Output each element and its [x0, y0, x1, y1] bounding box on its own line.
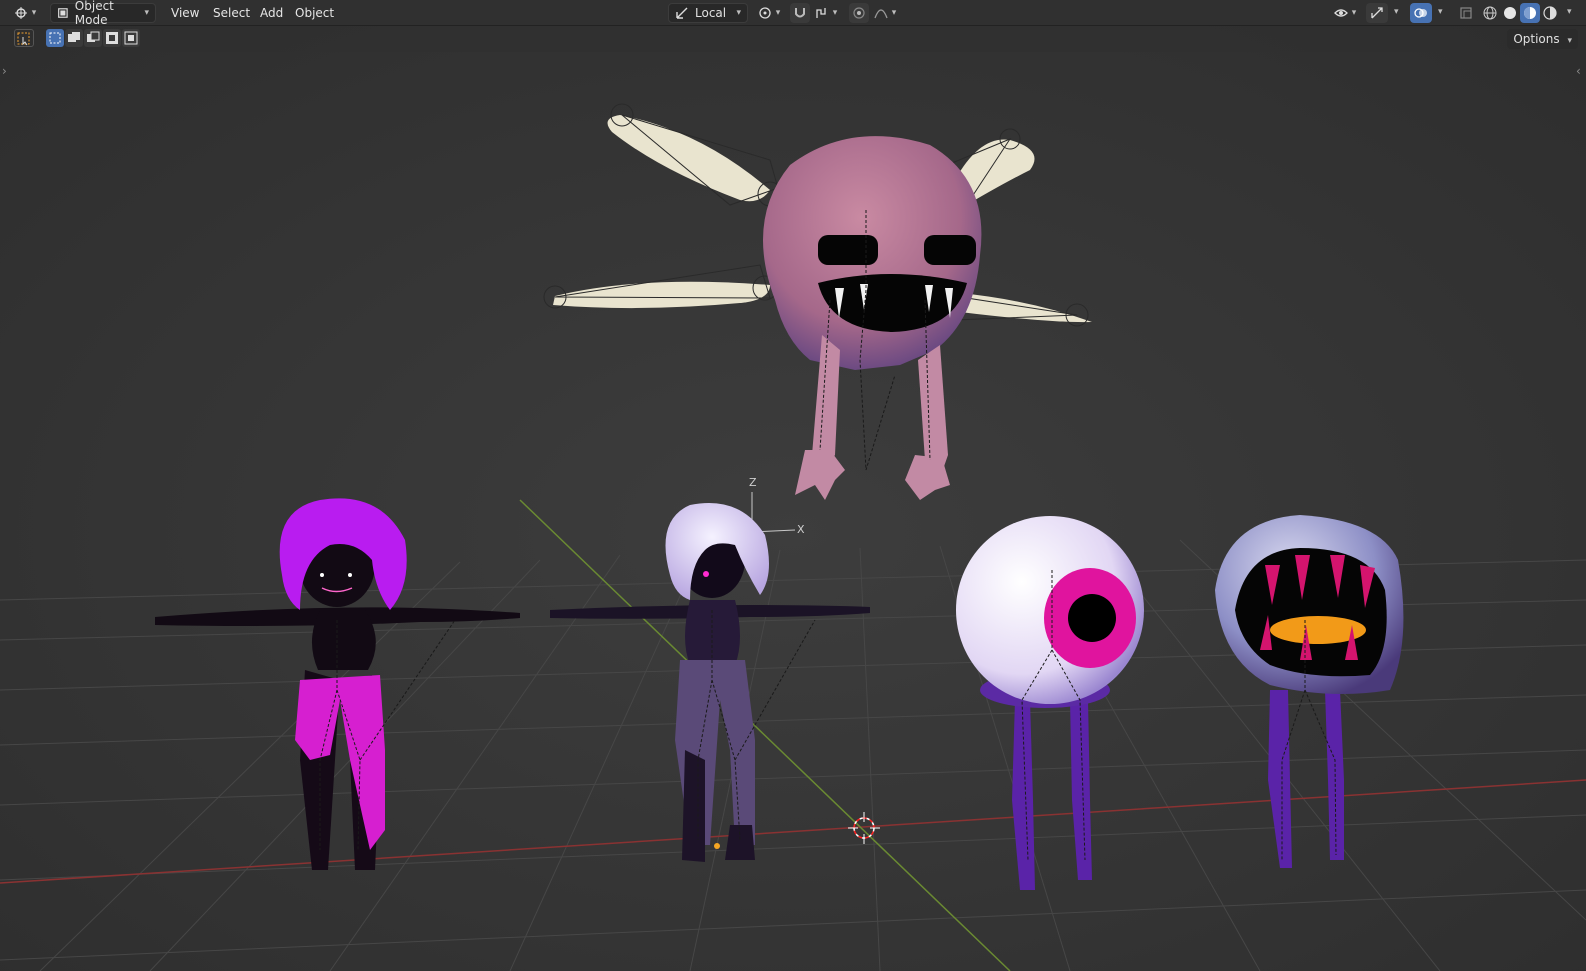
chevron-down-icon: ▾ — [31, 8, 37, 18]
rendered-shading-button[interactable] — [1540, 3, 1560, 23]
gizmo-z-label: Z — [749, 476, 757, 489]
menu-object[interactable]: Object — [289, 4, 340, 22]
sidebar-expand-arrow-icon[interactable]: ‹ — [1576, 64, 1581, 78]
options-label: Options — [1513, 32, 1560, 46]
visibility-eye-icon — [1333, 9, 1348, 17]
falloff-curve-icon — [874, 9, 888, 19]
select-box-tool-icon — [17, 32, 30, 46]
subtract-selection-icon — [87, 31, 100, 42]
chevron-down-icon: ▾ — [144, 8, 149, 18]
pivot-point-icon — [759, 7, 771, 19]
chevron-down-icon: ▾ — [775, 8, 781, 18]
gizmo-toggle[interactable] — [1366, 3, 1388, 23]
white-girl-right-boot — [725, 825, 755, 860]
overlays-toggle[interactable] — [1410, 3, 1432, 23]
object-origin-point — [714, 843, 720, 849]
chevron-down-icon: ▾ — [832, 8, 838, 18]
ghost-right-eye — [924, 235, 976, 265]
chevron-down-icon[interactable]: ▾ — [1394, 7, 1399, 17]
white-girl-left-boot — [682, 750, 705, 862]
overlays-icon — [1414, 8, 1427, 18]
chevron-down-icon[interactable]: ▾ — [1438, 7, 1443, 17]
viewport-header: ▾ Object Mode ▾ View Select Add Object L… — [0, 0, 1586, 27]
wireframe-shading-icon — [1483, 6, 1497, 20]
falloff-dropdown[interactable]: ▾ — [871, 3, 899, 23]
material-shading-icon — [1524, 7, 1536, 19]
selection-mode-invert[interactable] — [103, 29, 121, 47]
menu-view[interactable]: View — [165, 4, 205, 22]
blender-3d-viewport-editor: Z X ▾ Object Mode ▾ View Select Add Obje… — [0, 0, 1586, 971]
toolbar-expand-arrow-icon[interactable]: › — [2, 64, 7, 78]
wireframe-shading-button[interactable] — [1480, 3, 1500, 23]
options-dropdown[interactable]: Options ▾ — [1507, 29, 1578, 49]
proportional-edit-toggle[interactable] — [849, 3, 869, 23]
material-shading-button[interactable] — [1520, 3, 1540, 23]
selection-mode-extend[interactable] — [65, 29, 83, 47]
eyeball-pupil — [1068, 594, 1116, 642]
chevron-down-icon: ▾ — [1351, 8, 1357, 18]
menu-add[interactable]: Add — [254, 4, 289, 22]
viewport-background — [0, 0, 1586, 971]
pivot-point-button[interactable]: ▾ — [755, 3, 783, 23]
transform-orientation-label: Local — [695, 6, 727, 20]
active-tool-button[interactable] — [14, 29, 34, 47]
mode-dropdown[interactable]: Object Mode ▾ — [50, 0, 156, 27]
solid-shading-icon — [1504, 7, 1516, 19]
transform-orientation-dropdown[interactable]: Local ▾ — [668, 3, 748, 23]
chevron-down-icon: ▾ — [891, 8, 897, 18]
menu-select[interactable]: Select — [207, 4, 256, 22]
intersect-selection-icon — [124, 31, 138, 45]
3d-viewport[interactable]: Z X — [0, 0, 1586, 971]
visibility-dropdown[interactable]: ▾ — [1330, 3, 1360, 23]
snap-toggle[interactable] — [790, 3, 810, 23]
editor-type-icon — [14, 7, 27, 19]
snap-magnet-icon — [795, 8, 805, 18]
selection-mode-subtract[interactable] — [84, 29, 102, 47]
selection-mode-new[interactable] — [46, 29, 64, 47]
rendered-shading-icon — [1543, 6, 1557, 20]
editor-type-button[interactable]: ▾ — [10, 3, 40, 23]
ghost-left-eye — [818, 235, 878, 265]
gizmo-icon — [1371, 7, 1383, 19]
new-selection-icon — [49, 32, 61, 44]
snap-target-dropdown[interactable]: ▾ — [812, 3, 840, 23]
proportional-edit-icon — [853, 7, 865, 19]
xray-toggle[interactable] — [1456, 3, 1476, 23]
snap-increment-icon — [816, 8, 826, 18]
viewport-canvas[interactable] — [0, 0, 1586, 971]
chevron-down-icon: ▾ — [1567, 36, 1572, 46]
transform-orientation-icon — [676, 7, 688, 19]
tool-settings-bar: Options ▾ — [0, 26, 1586, 52]
invert-selection-icon — [106, 32, 118, 44]
mode-label: Object Mode — [74, 0, 114, 27]
chevron-down-icon: ▾ — [736, 8, 741, 18]
magenta-girl-torso — [311, 610, 376, 670]
solid-shading-button[interactable] — [1500, 3, 1520, 23]
selection-mode-intersect[interactable] — [122, 29, 140, 47]
object-mode-icon — [58, 8, 68, 18]
chevron-down-icon[interactable]: ▾ — [1567, 7, 1572, 17]
gizmo-x-label: X — [797, 523, 805, 536]
extend-selection-icon — [68, 32, 80, 42]
xray-icon — [1460, 7, 1472, 19]
